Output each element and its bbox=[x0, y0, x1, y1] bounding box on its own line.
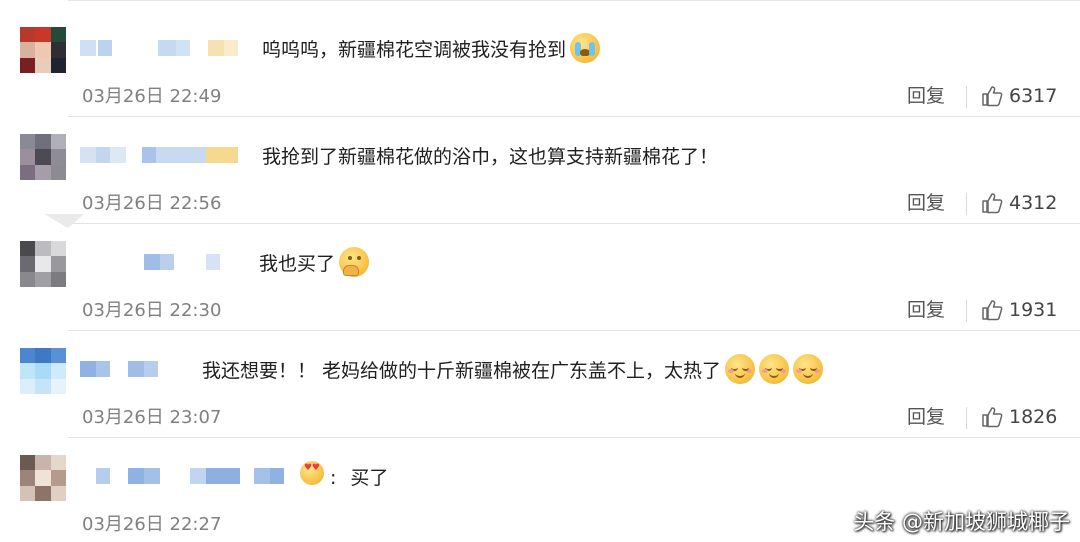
thumbs-up-icon bbox=[982, 86, 1003, 107]
relieved-face-emoji bbox=[725, 353, 756, 384]
comment-item: 我还想要！！ 老妈给做的十斤新疆棉被在广东盖不上，太热了 03月26日 23:0… bbox=[0, 331, 1080, 438]
avatar[interactable] bbox=[20, 241, 66, 287]
action-separator bbox=[966, 300, 967, 322]
comment-text: 我也买了 bbox=[259, 246, 370, 280]
comment-body: 买了 bbox=[350, 467, 389, 489]
like-count: 6317 bbox=[1009, 85, 1058, 107]
comment-timestamp: 03月26日 22:30 bbox=[82, 300, 222, 321]
comment-item: 我也买了 03月26日 22:30 回复 1931 bbox=[0, 224, 1080, 331]
avatar[interactable] bbox=[20, 455, 66, 501]
like-button[interactable]: 4312 bbox=[981, 188, 1057, 218]
comment-timestamp: 03月26日 23:07 bbox=[82, 407, 222, 428]
relieved-face-emoji bbox=[793, 353, 824, 384]
comment-body: 呜呜呜，新疆棉花空调被我没有抢到 bbox=[262, 39, 567, 61]
comment-timestamp: 03月26日 22:56 bbox=[82, 193, 222, 214]
username-blurred[interactable] bbox=[80, 147, 245, 165]
like-count: 1826 bbox=[1009, 406, 1058, 428]
avatar[interactable] bbox=[20, 27, 66, 73]
comment-text: :买了 bbox=[296, 460, 389, 493]
action-separator bbox=[966, 86, 967, 108]
crying-face-emoji bbox=[570, 32, 601, 63]
comment-text: 呜呜呜，新疆棉花空调被我没有抢到 bbox=[262, 32, 601, 66]
like-button[interactable]: 1826 bbox=[981, 402, 1057, 432]
comment-body: 我还想要！！ 老妈给做的十斤新疆棉被在广东盖不上，太热了 bbox=[202, 360, 722, 382]
action-separator bbox=[966, 407, 967, 429]
username-blurred[interactable] bbox=[96, 468, 296, 486]
watermark: 头条 @新加坡狮城椰子 bbox=[853, 510, 1070, 534]
heart-eyes-emoji bbox=[300, 460, 324, 485]
like-count: 4312 bbox=[1009, 192, 1058, 214]
relieved-face-emoji bbox=[759, 353, 790, 384]
comment-timestamp: 03月26日 22:27 bbox=[82, 514, 222, 535]
reply-button[interactable]: 回复 bbox=[907, 402, 945, 429]
reply-button[interactable]: 回复 bbox=[907, 188, 945, 215]
thumbs-up-icon bbox=[982, 193, 1003, 214]
username-blurred[interactable] bbox=[140, 254, 230, 272]
like-button[interactable]: 1931 bbox=[981, 295, 1057, 325]
comment-body: 我也买了 bbox=[259, 253, 336, 275]
avatar[interactable] bbox=[20, 134, 66, 180]
comment-item: 我抢到了新疆棉花做的浴巾，这也算支持新疆棉花了！ 03月26日 22:56 回复… bbox=[0, 117, 1080, 224]
reply-button[interactable]: 回复 bbox=[907, 295, 945, 322]
avatar[interactable] bbox=[20, 348, 66, 394]
thumbs-up-icon bbox=[982, 407, 1003, 428]
comment-item: 呜呜呜，新疆棉花空调被我没有抢到 03月26日 22:49 回复 6317 bbox=[0, 10, 1080, 117]
comment-text: 我抢到了新疆棉花做的浴巾，这也算支持新疆棉花了！ bbox=[262, 142, 718, 172]
like-button[interactable]: 6317 bbox=[981, 81, 1057, 111]
username-blurred[interactable] bbox=[80, 361, 170, 379]
action-separator bbox=[966, 193, 967, 215]
thinking-face-emoji bbox=[339, 246, 370, 277]
top-divider bbox=[68, 0, 1080, 1]
comment-timestamp: 03月26日 22:49 bbox=[82, 86, 222, 107]
comment-body: 我抢到了新疆棉花做的浴巾，这也算支持新疆棉花了！ bbox=[262, 146, 719, 168]
reply-button[interactable]: 回复 bbox=[907, 81, 945, 108]
like-count: 1931 bbox=[1009, 299, 1058, 321]
username-blurred[interactable] bbox=[80, 40, 245, 58]
comment-text: 我还想要！！ 老妈给做的十斤新疆棉被在广东盖不上，太热了 bbox=[202, 353, 824, 387]
thumbs-up-icon bbox=[982, 300, 1003, 321]
